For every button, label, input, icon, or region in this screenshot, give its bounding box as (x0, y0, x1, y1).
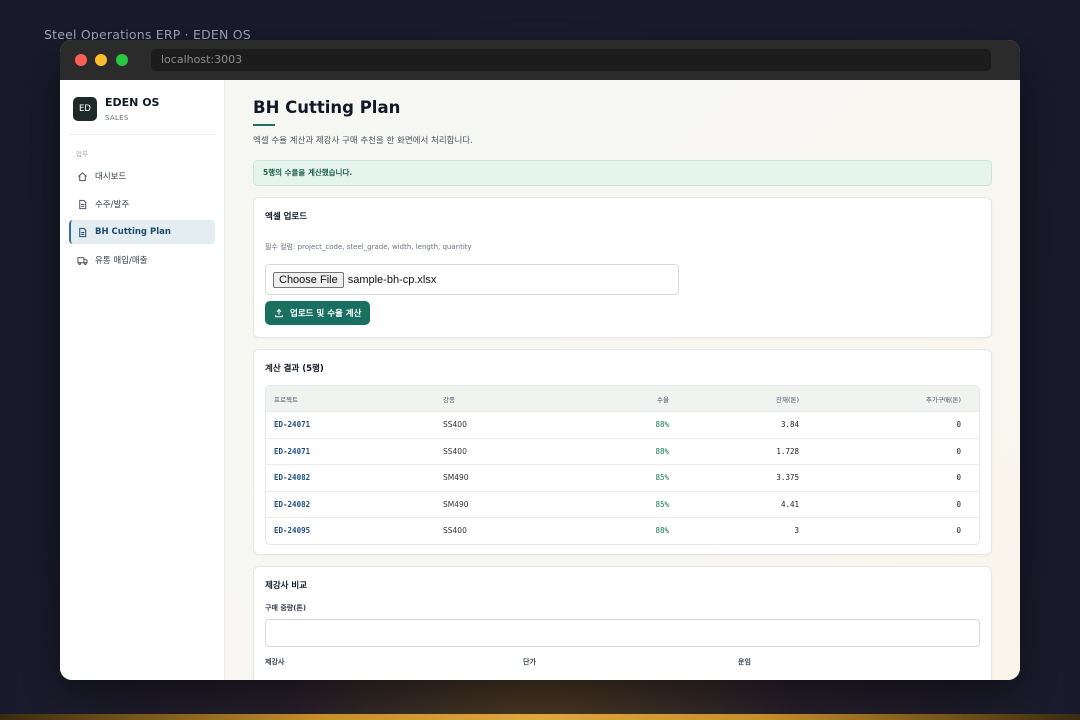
page-subtitle: 엑셀 수율 계산과 제강사 구매 추천을 한 화면에서 처리합니다. (253, 136, 473, 146)
project-link[interactable]: ED-24082 (266, 500, 443, 509)
col-header-yield[interactable]: 수율 (573, 394, 669, 404)
page-title: BH Cutting Plan (253, 98, 401, 117)
grade-cell: SS400 (443, 446, 467, 456)
unit-price-label: 단가 (523, 658, 536, 666)
sidebar-item-label: 유통 매입/매출 (95, 256, 148, 266)
table-row: ED-24095 SS400 88% 3 0 (266, 517, 979, 544)
upload-calculate-label: 업로드 및 수율 계산 (290, 309, 362, 319)
main-content: BH Cutting Plan 엑셀 수율 계산과 제강사 구매 추천을 한 화… (225, 80, 1020, 680)
truck-icon (77, 256, 88, 265)
sidebar: ED EDEN OS SALES 업무 대시보드 수주/발주 BH Cuttin… (60, 80, 225, 680)
grade-cell: SM490 (443, 473, 469, 483)
remnant-cell: 3 (794, 526, 799, 536)
upload-calculate-button[interactable]: 업로드 및 수율 계산 (265, 301, 371, 325)
brand: ED EDEN OS SALES (69, 96, 215, 135)
home-icon (78, 171, 87, 181)
purchase-weight-label: 구매 중량(톤) (265, 604, 307, 612)
upload-card-title: 엑셀 업로드 (265, 212, 308, 222)
project-link[interactable]: ED-24082 (266, 473, 443, 482)
file-input[interactable]: Choose File sample-bh-cp.xlsx (265, 264, 679, 295)
document-icon (79, 227, 87, 237)
mill-compare-card: 제강사 비교 구매 중량(톤) 제강사 단가 운임 (253, 566, 992, 680)
yield-cell: 88% (655, 526, 669, 536)
upload-card: 엑셀 업로드 필수 컬럼: project_code, steel_grade,… (253, 197, 992, 338)
mill-fields-labels: 제강사 단가 운임 (265, 657, 980, 667)
brand-subtitle: SALES (105, 114, 129, 122)
table-row: ED-24071 SS400 88% 3.84 0 (266, 411, 979, 438)
purchase-weight-input[interactable] (265, 619, 980, 647)
extra-purchase-cell: 0 (956, 499, 961, 509)
col-header-extra-purchase[interactable]: 추가구매(톤) (799, 394, 970, 404)
brand-logo: ED (73, 97, 97, 121)
remnant-cell: 3.375 (776, 473, 799, 483)
title-underline (253, 124, 275, 126)
selected-file-name: sample-bh-cp.xlsx (347, 273, 437, 286)
remnant-cell: 1.728 (776, 446, 799, 456)
project-link[interactable]: ED-24071 (266, 420, 443, 429)
extra-purchase-cell: 0 (956, 473, 961, 483)
results-card: 계산 결과 (5행) 프로젝트 강종 수율 잔재(톤) 추가구매(톤) ED-2… (253, 349, 992, 555)
nav-section-label: 업무 (76, 150, 88, 158)
grade-cell: SS400 (443, 526, 467, 536)
project-link[interactable]: ED-24095 (266, 526, 443, 535)
yield-cell: 85% (655, 499, 669, 509)
col-header-project[interactable]: 프로젝트 (266, 394, 443, 404)
browser-window: localhost:3003 ED EDEN OS SALES 업무 대시보드 … (60, 40, 1020, 680)
desktop-glow (0, 714, 1080, 720)
required-columns-hint: 필수 컬럼: project_code, steel_grade, width,… (265, 243, 472, 251)
table-row: ED-24071 SS400 88% 1.728 0 (266, 437, 979, 465)
col-header-remnant[interactable]: 잔재(톤) (669, 394, 799, 404)
grade-cell: SM490 (443, 499, 469, 509)
minimize-window-button[interactable] (95, 54, 107, 66)
freight-label: 운임 (738, 658, 751, 666)
browser-titlebar: localhost:3003 (60, 40, 1020, 80)
document-icon (79, 199, 87, 209)
extra-purchase-cell: 0 (956, 446, 961, 456)
yield-cell: 88% (655, 446, 669, 456)
app-shell: ED EDEN OS SALES 업무 대시보드 수주/발주 BH Cuttin… (60, 80, 1020, 680)
success-alert: 5행의 수율을 계산했습니다. (253, 160, 992, 186)
results-table: 프로젝트 강종 수율 잔재(톤) 추가구매(톤) ED-24071 SS400 … (265, 385, 980, 545)
choose-file-button[interactable]: Choose File (273, 271, 344, 288)
extra-purchase-cell: 0 (956, 526, 961, 536)
remnant-cell: 4.41 (780, 499, 799, 509)
extra-purchase-cell: 0 (956, 420, 961, 430)
sidebar-item-label: 수주/발주 (95, 200, 130, 210)
remnant-cell: 3.84 (780, 420, 799, 430)
sidebar-item-dashboard[interactable]: 대시보드 (69, 164, 215, 188)
mill-compare-title: 제강사 비교 (265, 581, 308, 591)
table-row: ED-24082 SM490 85% 4.41 0 (266, 490, 979, 518)
sidebar-item-label: 대시보드 (95, 172, 127, 182)
sidebar-item-orders[interactable]: 수주/발주 (69, 192, 215, 216)
sidebar-item-distribution[interactable]: 유통 매입/매출 (69, 248, 215, 272)
results-card-title: 계산 결과 (5행) (265, 364, 324, 374)
yield-cell: 88% (655, 420, 669, 430)
upload-icon (275, 308, 283, 318)
close-window-button[interactable] (75, 54, 87, 66)
project-link[interactable]: ED-24071 (266, 447, 443, 456)
table-header: 프로젝트 강종 수율 잔재(톤) 추가구매(톤) (266, 386, 979, 411)
brand-name: EDEN OS (105, 96, 160, 109)
sidebar-item-bh-cutting-plan[interactable]: BH Cutting Plan (69, 220, 215, 244)
maximize-window-button[interactable] (116, 54, 128, 66)
yield-cell: 85% (655, 473, 669, 483)
grade-cell: SS400 (443, 420, 467, 430)
mill-label: 제강사 (265, 658, 285, 666)
table-row: ED-24082 SM490 85% 3.375 0 (266, 464, 979, 491)
address-bar[interactable]: localhost:3003 (151, 49, 991, 71)
col-header-grade[interactable]: 강종 (443, 394, 573, 404)
sidebar-item-label: BH Cutting Plan (95, 227, 171, 237)
